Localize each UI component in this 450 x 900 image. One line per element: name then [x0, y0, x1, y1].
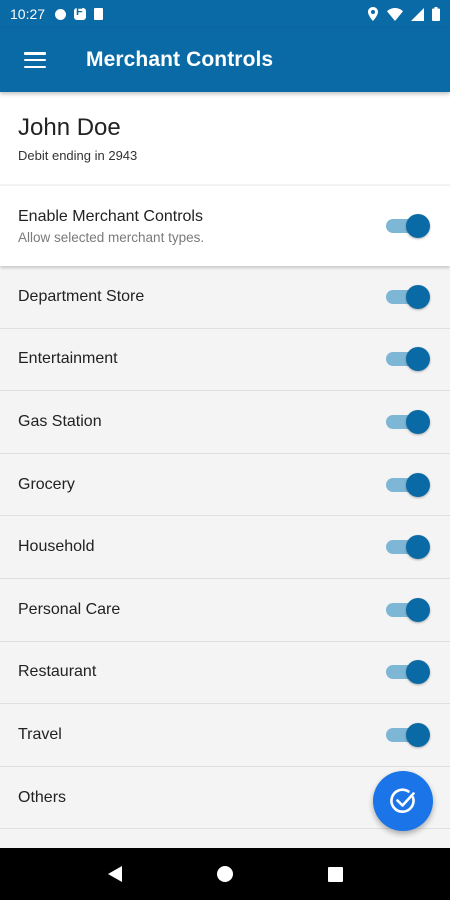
wifi-icon — [387, 7, 403, 21]
enable-merchant-controls-row[interactable]: Enable Merchant Controls Allow selected … — [0, 186, 450, 266]
app-f-icon — [74, 6, 87, 20]
status-bar: 10:27 — [0, 0, 450, 28]
back-icon[interactable] — [107, 866, 122, 882]
merchant-row-grocery[interactable]: Grocery — [0, 453, 450, 517]
merchant-toggle-entertainment[interactable] — [386, 347, 430, 372]
status-left-icons — [55, 6, 104, 20]
merchant-toggle-personal-care[interactable] — [386, 597, 430, 622]
notification-dot-icon — [55, 8, 67, 20]
save-fab-button[interactable] — [373, 771, 433, 831]
status-time: 10:27 — [10, 6, 46, 22]
merchant-label: Entertainment — [18, 350, 118, 368]
hamburger-menu-icon — [24, 52, 46, 68]
merchant-row-household[interactable]: Household — [0, 516, 450, 579]
merchant-row-department-store[interactable]: Department Store — [0, 266, 450, 329]
merchant-toggle-travel[interactable] — [386, 722, 430, 747]
status-right-icons — [367, 7, 440, 21]
enable-merchant-controls-toggle[interactable] — [386, 214, 430, 238]
merchant-type-list: Department Store Entertainment Gas Stati… — [0, 266, 450, 830]
merchant-label: Restaurant — [18, 663, 97, 681]
merchant-label: Gas Station — [18, 412, 102, 430]
recent-apps-icon[interactable] — [327, 866, 343, 882]
merchant-row-travel[interactable]: Travel — [0, 704, 450, 767]
merchant-row-gas-station[interactable]: Gas Station — [0, 391, 450, 454]
card-description: Debit ending in 2943 — [18, 148, 138, 163]
merchant-toggle-gas-station[interactable] — [386, 409, 430, 434]
enable-merchant-controls-subtitle: Allow selected merchant types. — [18, 229, 205, 245]
signal-icon — [411, 7, 424, 21]
merchant-label: Others — [18, 788, 67, 806]
merchant-label: Household — [18, 538, 95, 556]
sim-card-icon — [94, 8, 104, 20]
merchant-row-personal-care[interactable]: Personal Care — [0, 578, 450, 642]
merchant-toggle-grocery[interactable] — [386, 472, 430, 497]
enable-merchant-controls-title: Enable Merchant Controls — [18, 207, 203, 225]
menu-button[interactable] — [0, 28, 70, 92]
merchant-toggle-department-store[interactable] — [386, 284, 430, 309]
merchant-row-restaurant[interactable]: Restaurant — [0, 641, 450, 705]
location-icon — [368, 7, 378, 21]
merchant-label: Department Store — [18, 287, 145, 305]
merchant-label: Travel — [18, 725, 62, 743]
enable-merchant-controls-text: Enable Merchant Controls Allow selected … — [18, 208, 386, 245]
account-header: John Doe Debit ending in 2943 — [0, 92, 450, 184]
account-holder-name: John Doe — [18, 114, 121, 141]
merchant-toggle-restaurant[interactable] — [386, 660, 430, 685]
merchant-row-entertainment[interactable]: Entertainment — [0, 328, 450, 392]
battery-icon — [432, 7, 440, 21]
merchant-toggle-household[interactable] — [386, 535, 430, 560]
page-title: Merchant Controls — [86, 48, 274, 71]
merchant-label: Grocery — [18, 475, 75, 493]
check-circle-icon — [390, 788, 415, 813]
merchant-label: Personal Care — [18, 600, 121, 618]
system-nav-bar — [0, 848, 450, 900]
home-icon[interactable] — [216, 866, 233, 882]
app-bar: Merchant Controls — [0, 28, 450, 92]
